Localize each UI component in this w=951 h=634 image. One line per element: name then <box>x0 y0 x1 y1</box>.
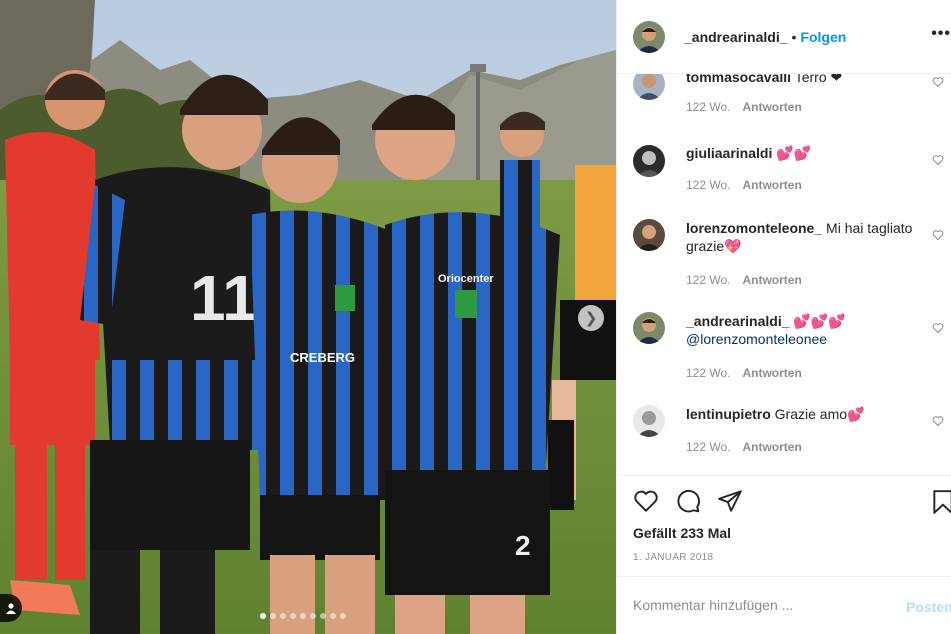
commenter-avatar[interactable] <box>633 405 665 437</box>
likes-count[interactable]: Gefällt 233 Mal <box>633 525 731 541</box>
svg-text:11: 11 <box>190 262 258 334</box>
comment-username[interactable]: giuliaarinaldi <box>686 145 772 161</box>
comment-text: _andrearinaldi_ 💕💕💕 @lorenzomonteleonee <box>686 312 926 348</box>
reply-button[interactable]: Antworten <box>742 178 801 192</box>
commenter-avatar[interactable] <box>633 74 665 100</box>
post-actions <box>633 488 951 516</box>
reply-button[interactable]: Antworten <box>742 440 801 454</box>
carousel-dot <box>320 613 326 619</box>
comment-age: 122 Wo. <box>686 366 731 380</box>
comment-text: lorenzomonteleone_ Mi hai tagliato grazi… <box>686 219 926 255</box>
carousel-indicator <box>0 613 616 619</box>
author-avatar[interactable] <box>633 20 665 53</box>
comment-like-icon[interactable] <box>932 229 944 241</box>
comment-text: tommasocavalli Terro ❤ <box>686 74 926 86</box>
svg-text:Oriocenter: Oriocenter <box>438 273 494 285</box>
chevron-right-icon: ❯ <box>584 309 598 327</box>
comment-meta: 122 Wo. Antworten <box>686 178 802 192</box>
speech-bubble-icon[interactable] <box>675 488 701 514</box>
comment-age: 122 Wo. <box>686 100 731 114</box>
post-side-panel: _andrearinaldi_ • Folgen ••• tommasocava… <box>616 0 951 634</box>
bookmark-icon[interactable] <box>930 488 951 516</box>
follow-button[interactable]: Folgen <box>800 29 846 45</box>
comment-username[interactable]: lorenzomonteleone_ <box>686 220 822 236</box>
carousel-dot <box>330 613 336 619</box>
carousel-dot <box>300 613 306 619</box>
comment-meta: 122 Wo. Antworten <box>686 366 802 380</box>
photo-scene: 11 CREBERG Oriocenter 2 <box>0 0 616 634</box>
commenter-avatar[interactable] <box>633 145 665 177</box>
carousel-next-button[interactable]: ❯ <box>578 305 604 331</box>
comment-input[interactable] <box>633 597 883 613</box>
commenter-avatar[interactable] <box>633 219 665 251</box>
post-header: _andrearinaldi_ • Folgen ••• <box>617 0 951 74</box>
commenter-avatar[interactable] <box>633 312 665 344</box>
comment-age: 122 Wo. <box>686 273 731 287</box>
carousel-dot <box>340 613 346 619</box>
author-username[interactable]: _andrearinaldi_ <box>684 29 788 45</box>
carousel-dot <box>310 613 316 619</box>
comment-meta: 122 Wo. Antworten <box>686 440 802 454</box>
comment-like-icon[interactable] <box>932 415 944 427</box>
comment-age: 122 Wo. <box>686 440 731 454</box>
comment-meta: 122 Wo. Antworten <box>686 273 802 287</box>
reply-button[interactable]: Antworten <box>742 100 801 114</box>
paper-plane-icon[interactable] <box>717 488 743 514</box>
comment-age: 122 Wo. <box>686 178 731 192</box>
post-comment-button[interactable]: Posten <box>906 599 951 615</box>
comment-username[interactable]: tommasocavalli <box>686 74 791 85</box>
heart-outline-icon[interactable] <box>633 488 659 514</box>
comment-text: lentinupietro Grazie amo💕 <box>686 405 926 423</box>
carousel-dot <box>270 613 276 619</box>
more-options-icon[interactable]: ••• <box>931 25 951 43</box>
reply-button[interactable]: Antworten <box>742 366 801 380</box>
person-tag-icon <box>6 603 16 614</box>
carousel-dot <box>290 613 296 619</box>
comment-username[interactable]: lentinupietro <box>686 406 771 422</box>
comment-like-icon[interactable] <box>932 76 944 88</box>
comment-meta: 122 Wo. Antworten <box>686 100 802 114</box>
header-separator: • <box>791 28 797 45</box>
comment-message: 💕💕 <box>776 145 812 161</box>
comment-like-icon[interactable] <box>932 154 944 166</box>
comment-like-icon[interactable] <box>932 322 944 334</box>
post-photo[interactable]: 11 CREBERG Oriocenter 2 ❯ <box>0 0 616 634</box>
carousel-dot <box>260 613 266 619</box>
comment-text: giuliaarinaldi 💕💕 <box>686 144 926 162</box>
carousel-dot <box>280 613 286 619</box>
reply-button[interactable]: Antworten <box>742 273 801 287</box>
add-comment-bar: Posten <box>617 576 951 634</box>
svg-text:CREBERG: CREBERG <box>290 350 355 365</box>
comment-message: Grazie amo💕 <box>774 406 865 422</box>
comments-list[interactable]: tommasocavalli Terro ❤ 122 Wo. Antworten… <box>617 74 951 476</box>
post-date[interactable]: 1. JANUAR 2018 <box>633 552 713 563</box>
svg-text:2: 2 <box>515 530 531 561</box>
comment-mention[interactable]: @lorenzomonteleonee <box>686 331 827 347</box>
comment-username[interactable]: _andrearinaldi_ <box>686 313 790 329</box>
comment-message: Terro ❤ <box>794 74 843 85</box>
comment-message: 💕💕💕 <box>793 313 846 329</box>
